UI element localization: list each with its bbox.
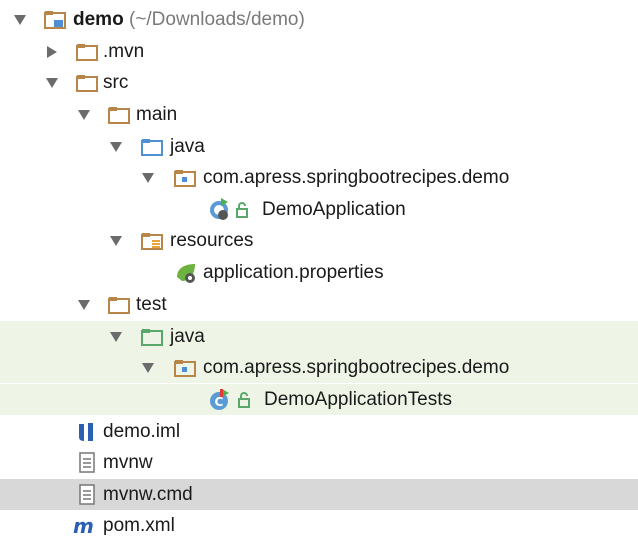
tree-node-label: resources [170,230,254,251]
project-tree: demo (~/Downloads/demo) .mvn src main ja… [0,0,638,539]
text-file-icon [75,483,99,507]
chevron-down-icon[interactable] [107,232,125,250]
maven-icon: m [73,514,97,538]
tree-node-mvnw[interactable]: mvnw [0,447,638,478]
project-path: (~/Downloads/demo) [128,9,305,30]
package-icon [173,356,197,380]
tree-node-application-properties[interactable]: application.properties [0,257,638,288]
tree-node-src[interactable]: src [0,67,638,98]
folder-icon [75,40,99,64]
chevron-down-icon[interactable] [11,11,29,29]
tree-node-test[interactable]: test [0,289,638,320]
tree-node-label: demo.iml [103,421,181,442]
tree-node-demo-application[interactable]: DemoApplication [0,194,638,225]
tree-node-label: src [103,72,129,93]
tree-node-label: java [170,136,205,157]
tree-node-test-package[interactable]: com.apress.springbootrecipes.demo [0,352,638,383]
tree-node-label: com.apress.springbootrecipes.demo [203,357,510,378]
tree-node-label: demo (~/Downloads/demo) [73,9,305,30]
tree-node-test-java[interactable]: java [0,321,638,352]
tree-node-main-java[interactable]: java [0,131,638,162]
tree-node-resources[interactable]: resources [0,225,638,256]
tree-node-demo-iml[interactable]: demo.iml [0,416,638,447]
source-folder-icon [140,135,164,159]
tree-node-demo[interactable]: demo (~/Downloads/demo) [0,4,638,35]
tree-node-main[interactable]: main [0,99,638,130]
chevron-down-icon[interactable] [107,328,125,346]
tree-node-label: pom.xml [103,515,175,536]
lock-icon [236,388,252,412]
spring-boot-class-icon [208,197,232,222]
text-file-icon [75,451,99,475]
tree-node-label: application.properties [203,262,384,283]
intellij-module-file-icon [75,420,99,444]
tree-node-mvnw-cmd[interactable]: mvnw.cmd [0,479,638,510]
tree-node-label: mvnw [103,452,153,473]
tree-node-label: DemoApplication [262,199,406,220]
chevron-right-icon[interactable] [43,43,61,61]
tree-node-pom-xml[interactable]: m pom.xml [0,510,638,541]
tree-node-main-package[interactable]: com.apress.springbootrecipes.demo [0,162,638,193]
chevron-down-icon[interactable] [139,169,157,187]
tree-node-demo-application-tests[interactable]: C DemoApplicationTests [0,384,638,415]
chevron-down-icon[interactable] [139,359,157,377]
chevron-down-icon[interactable] [43,74,61,92]
tree-node-label: com.apress.springbootrecipes.demo [203,167,510,188]
lock-icon [234,198,250,222]
tree-node-label: java [170,326,205,347]
tree-node-label: mvnw.cmd [103,484,193,505]
module-folder-icon [43,8,67,32]
chevron-down-icon[interactable] [75,106,93,124]
tree-node-label: .mvn [103,41,145,62]
package-icon [173,166,197,190]
tree-node-label: test [136,294,167,315]
folder-icon [107,293,131,317]
chevron-down-icon[interactable] [107,138,125,156]
resources-folder-icon [140,229,164,253]
test-source-folder-icon [140,325,164,349]
folder-icon [75,71,99,95]
spring-properties-icon [174,261,198,285]
svg-text:C: C [215,395,224,409]
tree-node-label: DemoApplicationTests [264,389,452,410]
folder-icon [107,103,131,127]
chevron-down-icon[interactable] [75,296,93,314]
svg-text:m: m [73,515,94,537]
test-class-icon: C [208,388,232,412]
tree-node-mvn[interactable]: .mvn [0,36,638,67]
tree-node-label: main [136,104,178,125]
